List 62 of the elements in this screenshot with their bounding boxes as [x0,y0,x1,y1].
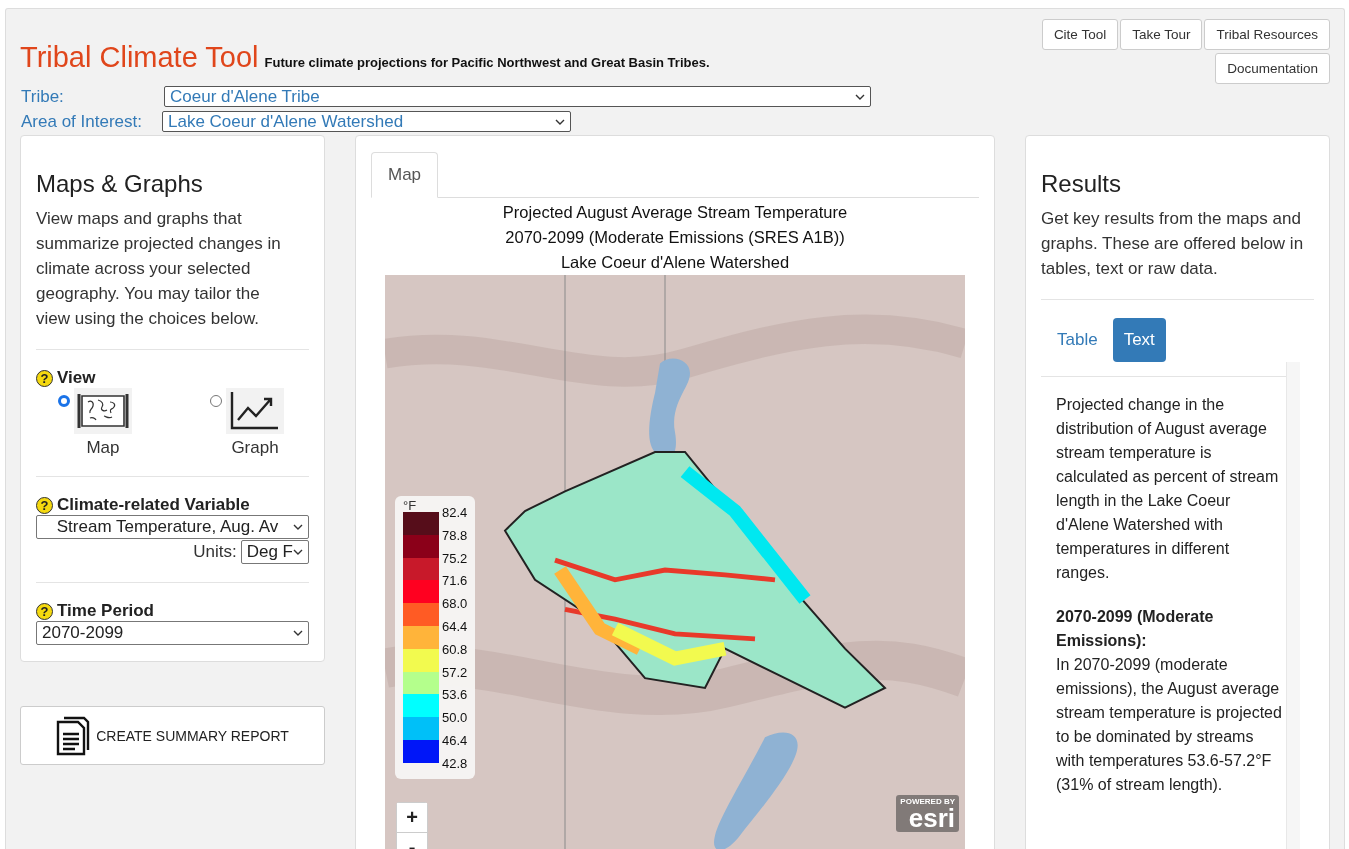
create-report-button[interactable]: CREATE SUMMARY REPORT [20,706,325,765]
help-icon[interactable]: ? [36,496,53,514]
legend-value: 82.4 [442,506,468,519]
panel-description: Get key results from the maps and graphs. These are offered below in tables, text or raw data. [1041,208,1305,280]
line-chart-icon [226,388,284,434]
document-icon [56,715,91,756]
chevron-icon [293,524,303,530]
selector-label: Tribe: [21,86,65,107]
legend-value: 60.8 [442,642,468,656]
option-label: Graph [231,438,279,458]
dropdown[interactable]: Lake Coeur d'Alene Watershed [162,111,571,132]
header-button[interactable]: Tribal Resources [1204,19,1330,50]
map-title-line: Projected August Average Stream Temperature [502,202,848,223]
chevron-icon [293,549,303,555]
help-icon[interactable]: ? [36,369,53,387]
attribution-logo: esri [908,806,955,830]
legend-value: 50.0 [442,711,468,725]
map-title-line: Lake Coeur d'Alene Watershed [560,252,790,273]
map-scroll-icon [74,388,132,434]
radio-button[interactable] [58,395,70,407]
legend-unit: °F [403,500,418,512]
legend-value: 71.6 [442,574,468,588]
section-label: Time Period [57,601,154,621]
dropdown[interactable]: Coeur d'Alene Tribe [164,86,871,107]
results-text: In 2070-2099 (moderate emissions), the August average stream temperature is projected to be dominated by streams with temperatures 53.6-57.2°F (31% of stream length). [1056,655,1283,795]
legend-value: 46.4 [442,733,468,747]
results-heading: 2070-2099 (Moderate Emissions): [1056,607,1215,651]
legend-value: 53.6 [442,688,468,702]
chevron-icon [555,118,565,125]
map-title-line: 2070-2099 (Moderate Emissions (SRES A1B)) [505,227,845,248]
units-label: Units: [193,542,237,562]
section-label: View [57,368,96,388]
option-label: Map [86,438,120,458]
legend-value: 78.8 [442,528,468,542]
app-title: Tribal Climate Tool [20,41,259,74]
app-subtitle: Future climate projections for Pacific Northwest and Great Basin Tribes. [264,55,710,70]
scrollbar[interactable] [1286,362,1300,849]
variable-dropdown[interactable]: Stream Temperature, Aug. Av [36,515,309,539]
legend-value: 42.8 [442,756,468,770]
help-icon[interactable]: ? [36,602,53,620]
units-dropdown[interactable]: Deg F [240,540,309,564]
legend-value: 57.2 [442,665,468,679]
selector-label: Area of Interest: [21,111,143,132]
results-tab[interactable]: Text [1112,318,1166,362]
panel-heading: Results [1041,170,1123,198]
legend-value: 75.2 [442,551,468,565]
chevron-icon [855,93,865,100]
legend-value: 68.0 [442,597,468,611]
zoom-button[interactable]: + [397,803,427,833]
panel-description: View maps and graphs that summarize projected changes in climate across your selected geography. You may tailor the view using the choices below. [36,208,282,330]
legend-value: 64.4 [442,620,468,633]
header-button[interactable]: Documentation [1215,53,1330,84]
map-tab[interactable]: Map [371,152,439,198]
chevron-icon [293,630,303,636]
section-label: Climate-related Variable [57,495,250,515]
radio-button[interactable] [210,395,222,407]
time-period-dropdown[interactable]: 2070-2099 [36,621,309,645]
header-button[interactable]: Cite Tool [1041,19,1119,50]
header-button[interactable]: Take Tour [1120,19,1203,50]
panel-heading: Maps & Graphs [36,170,204,198]
results-text: Projected change in the distribution of August average stream temperature is calculated as percent of stream length in the Lake Coeur d'Alene Watershed with temperatures in different ranges. [1056,395,1280,583]
attribution-text: POWERED BY [900,797,955,806]
